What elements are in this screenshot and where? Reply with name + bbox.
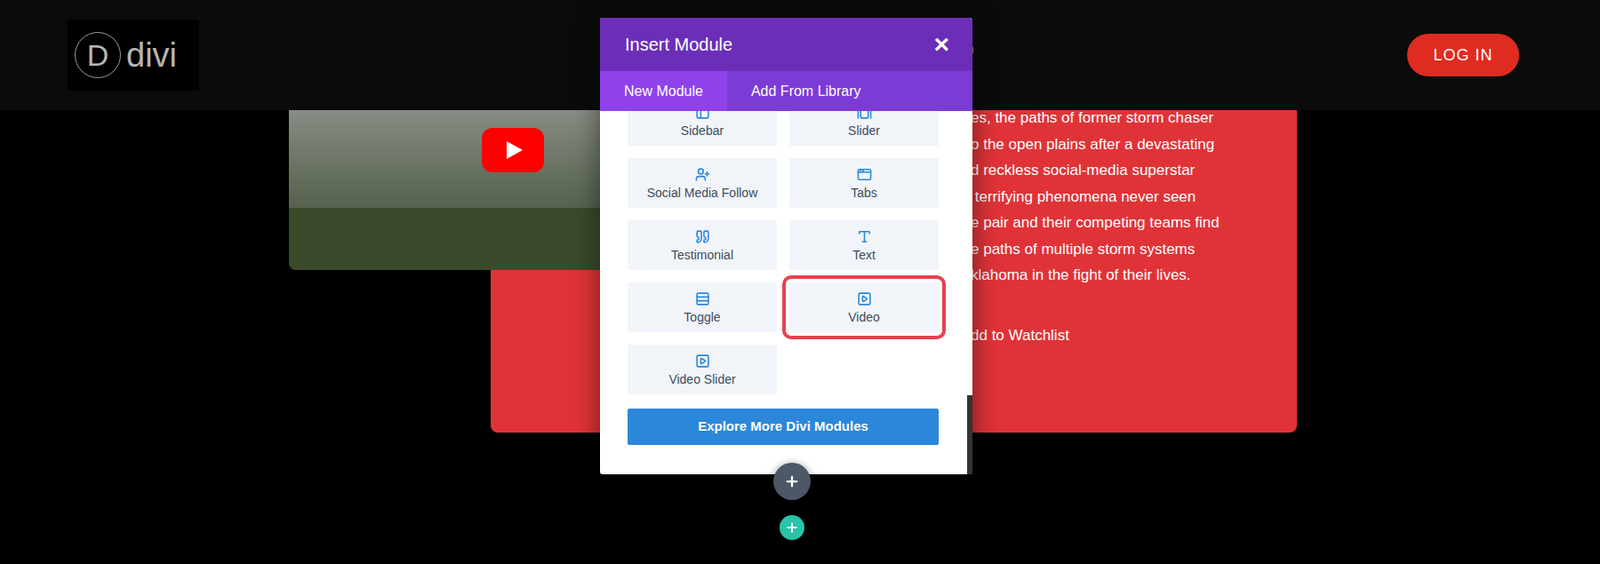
module-label: Text [852,248,876,263]
module-icon [695,291,711,307]
module-label: Social Media Follow [647,185,759,200]
watchlist-link[interactable]: dd to Watchlist [970,322,1297,350]
synopsis-line: d reckless social-media superstar [970,157,1297,184]
module-button[interactable]: Sidebar [627,111,777,146]
module-button[interactable]: Slider [789,111,939,146]
logo-text: divi [126,38,177,72]
module-label: Tabs [850,185,878,200]
module-icon [695,167,711,183]
synopsis-line: terrifying phenomena never seen [970,184,1297,211]
module-button[interactable]: Video Slider [627,344,777,395]
module-label: Testimonial [671,248,734,263]
module-button[interactable]: Video [789,282,939,333]
module-icon [856,291,872,307]
module-button[interactable]: Testimonial [627,220,777,271]
close-button[interactable]: × [933,31,950,58]
module-icon [695,353,711,369]
play-icon[interactable] [481,128,544,173]
plus-icon [784,520,800,536]
module-button[interactable]: Tabs [789,158,939,208]
modal-tabs: New ModuleAdd From Library [600,71,973,112]
module-label: Video Slider [668,372,736,387]
synopsis-line: e pair and their competing teams find [970,209,1297,237]
logo-mark: D [74,32,121,79]
modal-title: Insert Module [624,31,733,58]
modal-tab[interactable]: New Module [600,71,728,112]
synopsis-line: e paths of multiple storm systems [970,236,1297,264]
module-label: Toggle [683,310,720,325]
modal-tab[interactable]: Add From Library [727,71,886,112]
scrollbar-thumb[interactable] [967,395,973,475]
module-icon [856,111,872,120]
insert-module-modal: Insert Module × New ModuleAdd From Library… [600,17,973,475]
explore-button[interactable]: Explore More Divi Modules [627,408,939,446]
modal-header: Insert Module × [600,17,973,72]
module-button[interactable]: Social Media Follow [627,158,777,208]
add-module-handle[interactable] [773,463,811,501]
module-button[interactable]: Text [789,220,939,271]
plus-icon [784,473,800,490]
module-label: Slider [848,123,880,138]
module-icon [695,229,711,245]
logo[interactable]: Ddivi [67,19,200,91]
add-row-button[interactable] [779,515,805,541]
module-label: Video [848,310,880,325]
module-label: Sidebar [680,123,724,138]
synopsis-line: klahoma in the fight of their lives. [970,262,1297,289]
page: DdivinLOG INes, the paths of former stor… [0,0,1600,564]
module-icon [856,229,872,245]
login-button[interactable]: LOG IN [1407,33,1520,77]
modal-body: Sidebar Slider Social Media Follow Tabs Test… [600,111,973,475]
synopsis-line: o the open plains after a devastating [970,131,1297,159]
module-icon [856,167,872,183]
module-icon [695,111,711,120]
module-button[interactable]: Toggle [627,282,777,333]
